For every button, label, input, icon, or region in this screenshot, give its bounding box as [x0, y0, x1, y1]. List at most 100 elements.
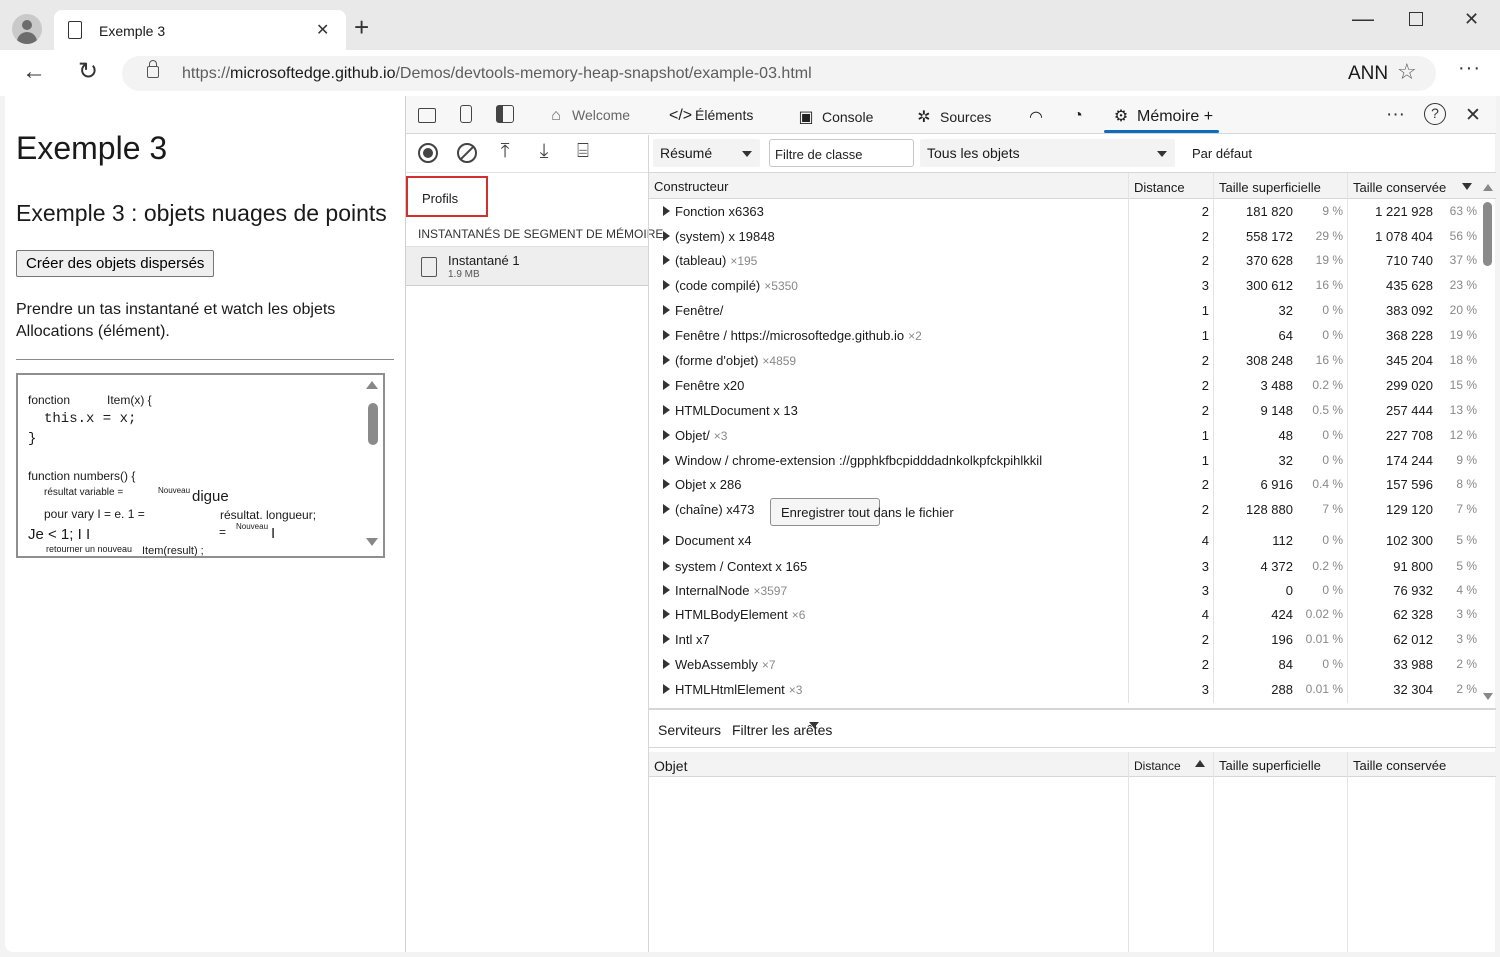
new-tab-icon[interactable]: + [354, 14, 369, 40]
view-select[interactable]: Résumé [653, 139, 760, 167]
device-emulation-icon[interactable] [460, 105, 472, 123]
column-object[interactable]: Objet [654, 758, 687, 774]
tab-memory[interactable]: ⚙ Mémoire + [1111, 106, 1213, 126]
expand-arrow-icon[interactable] [663, 535, 670, 545]
expand-arrow-icon[interactable] [663, 504, 670, 514]
lock-icon[interactable] [147, 60, 159, 78]
save-all-to-file-button[interactable]: Enregistrer tout dans le fichier [770, 498, 954, 526]
constructor-name: Objet/×3 [675, 428, 728, 443]
load-profile-icon[interactable]: ⤒ [495, 141, 515, 161]
column-distance[interactable]: Distance [1134, 759, 1181, 773]
save-profile-icon[interactable]: ⤓ [534, 141, 554, 161]
scroll-up-icon[interactable] [366, 381, 378, 389]
expand-arrow-icon[interactable] [663, 405, 670, 415]
expand-arrow-icon[interactable] [663, 206, 670, 216]
scroll-up-icon[interactable] [1483, 184, 1493, 191]
table-row[interactable]: (code compilé) ×5350 3 300 612 16 % 435 628 23… [649, 275, 1496, 299]
expand-arrow-icon[interactable] [663, 479, 670, 489]
column-constructor[interactable]: Constructeur [654, 179, 728, 194]
objects-select[interactable]: Tous les objets [920, 139, 1175, 167]
tab-console[interactable]: ▣ Console [796, 107, 873, 127]
table-row[interactable]: Fenêtre / https://microsoftedge.github.i… [649, 325, 1496, 349]
tab-elements[interactable]: </> Éléments [669, 107, 753, 125]
grid-scrollbar-thumb[interactable] [1483, 202, 1492, 266]
expand-arrow-icon[interactable] [663, 585, 670, 595]
network-icon[interactable]: ◠ [1026, 107, 1052, 127]
table-row[interactable]: Fenêtre/1 32 0 % 383 092 20 % [649, 300, 1496, 324]
help-icon[interactable]: ? [1424, 103, 1446, 125]
code-block[interactable]: fonction Item(x) { this.x = x; } functio… [16, 373, 385, 558]
refresh-icon[interactable]: ↻ [78, 58, 98, 86]
expand-arrow-icon[interactable] [663, 330, 670, 340]
profile-avatar[interactable] [12, 14, 42, 44]
table-row[interactable]: HTMLBodyElement ×6 4 424 0.02 % 62 328 3 % [649, 604, 1496, 628]
sort-descending-icon[interactable] [1462, 183, 1472, 190]
default-select[interactable]: Par défaut [1192, 146, 1252, 161]
more-menu-icon[interactable]: ··· [1458, 57, 1481, 80]
table-row[interactable]: WebAssembly ×7 2 84 0 % 33 988 2 % [649, 654, 1496, 678]
table-row[interactable]: Intl x7 2 196 0.01 % 62 012 3 % [649, 629, 1496, 653]
more-tools-icon[interactable]: ··· [1386, 104, 1405, 126]
expand-arrow-icon[interactable] [663, 609, 670, 619]
expand-arrow-icon[interactable] [663, 380, 670, 390]
clear-icon[interactable] [457, 143, 477, 163]
create-scattered-objects-button[interactable]: Créer des objets dispersés [16, 250, 215, 277]
maximize-icon[interactable] [1409, 12, 1423, 26]
tab-sources[interactable]: ✲ Sources [914, 107, 991, 127]
expand-arrow-icon[interactable] [663, 430, 670, 440]
url-text[interactable]: https://microsoftedge.github.io/Demos/de… [182, 65, 812, 83]
performance-icon[interactable]: ◔ [1068, 107, 1094, 125]
expand-arrow-icon[interactable] [663, 684, 670, 694]
table-row[interactable]: Fonction x6363 2 181 820 9 % 1 221 928 63 % [649, 201, 1496, 225]
dock-side-icon[interactable] [496, 105, 514, 123]
record-icon[interactable] [418, 143, 438, 163]
expand-arrow-icon[interactable] [663, 634, 670, 644]
tab-welcome[interactable]: ⌂ Welcome [546, 107, 630, 125]
window-close-icon[interactable]: ✕ [1464, 9, 1479, 30]
sort-ascending-icon[interactable] [1195, 760, 1205, 767]
close-tab-icon[interactable]: ✕ [316, 20, 329, 40]
expand-arrow-icon[interactable] [663, 280, 670, 290]
table-row[interactable]: (forme d'objet) ×4859 2 308 248 16 % 345 204 1… [649, 350, 1496, 374]
table-row[interactable]: (tableau) ×195 2 370 628 19 % 710 740 37 % [649, 250, 1496, 274]
grid-scrollbar[interactable] [1479, 174, 1496, 704]
table-row[interactable]: Document x4 4 112 0 % 102 300 5 % [649, 530, 1496, 554]
table-row[interactable]: HTMLDocument x 13 2 9 148 0.5 % 257 444 13 % [649, 400, 1496, 424]
expand-arrow-icon[interactable] [663, 455, 670, 465]
column-distance[interactable]: Distance [1134, 180, 1185, 195]
favorite-star-icon[interactable]: ☆ [1397, 59, 1417, 85]
snapshot-item[interactable]: Instantané 1 1.9 MB [406, 246, 649, 286]
garbage-collect-icon[interactable]: ⌸ [573, 141, 593, 161]
expand-arrow-icon[interactable] [663, 255, 670, 265]
expand-arrow-icon[interactable] [663, 305, 670, 315]
table-row[interactable]: InternalNode ×3597 3 0 0 % 76 932 4 % [649, 580, 1496, 604]
scroll-down-icon[interactable] [366, 538, 378, 546]
table-row[interactable]: HTMLHtmlElement ×3 3 288 0.01 % 32 304 2 % [649, 679, 1496, 703]
table-row[interactable]: Fenêtre x20 2 3 488 0.2 % 299 020 15 % [649, 375, 1496, 399]
close-devtools-icon[interactable]: ✕ [1465, 104, 1481, 127]
minimize-icon[interactable]: — [1352, 6, 1374, 32]
retainers-label[interactable]: Serviteurs [658, 722, 721, 738]
profile-label[interactable]: ANN [1348, 63, 1388, 85]
table-row[interactable]: Objet x 286 2 6 916 0.4 % 157 596 8 % [649, 474, 1496, 498]
expand-arrow-icon[interactable] [663, 355, 670, 365]
expand-arrow-icon[interactable] [663, 231, 670, 241]
address-bar[interactable]: https://microsoftedge.github.io/Demos/de… [122, 56, 1436, 91]
table-row[interactable]: system / Context x 165 3 4 372 0.2 % 91 800 5… [649, 556, 1496, 580]
table-row[interactable]: Window / chrome-extension ://gpphkfbcpid… [649, 450, 1496, 474]
column-retained-size[interactable]: Taille conservée [1353, 180, 1446, 195]
expand-arrow-icon[interactable] [663, 659, 670, 669]
column-retained-size[interactable]: Taille conservée [1353, 758, 1446, 773]
inspect-icon[interactable] [418, 108, 436, 123]
table-row[interactable]: (system) x 19848 2 558 172 29 % 1 078 404 56 … [649, 226, 1496, 250]
back-icon[interactable]: ← [22, 58, 46, 86]
table-row[interactable]: Objet/×3 1 48 0 % 227 708 12 % [649, 425, 1496, 449]
class-filter-input[interactable]: Filtre de classe [769, 139, 914, 167]
column-shallow-size[interactable]: Taille superficielle [1219, 758, 1321, 773]
column-shallow-size[interactable]: Taille superficielle [1219, 180, 1321, 195]
code-scrollbar-thumb[interactable] [368, 403, 378, 445]
expand-arrow-icon[interactable] [663, 561, 670, 571]
scroll-down-icon[interactable] [1483, 693, 1493, 700]
code-text: Nouveau [236, 522, 269, 531]
browser-tab[interactable]: Exemple 3 ✕ [54, 10, 346, 50]
